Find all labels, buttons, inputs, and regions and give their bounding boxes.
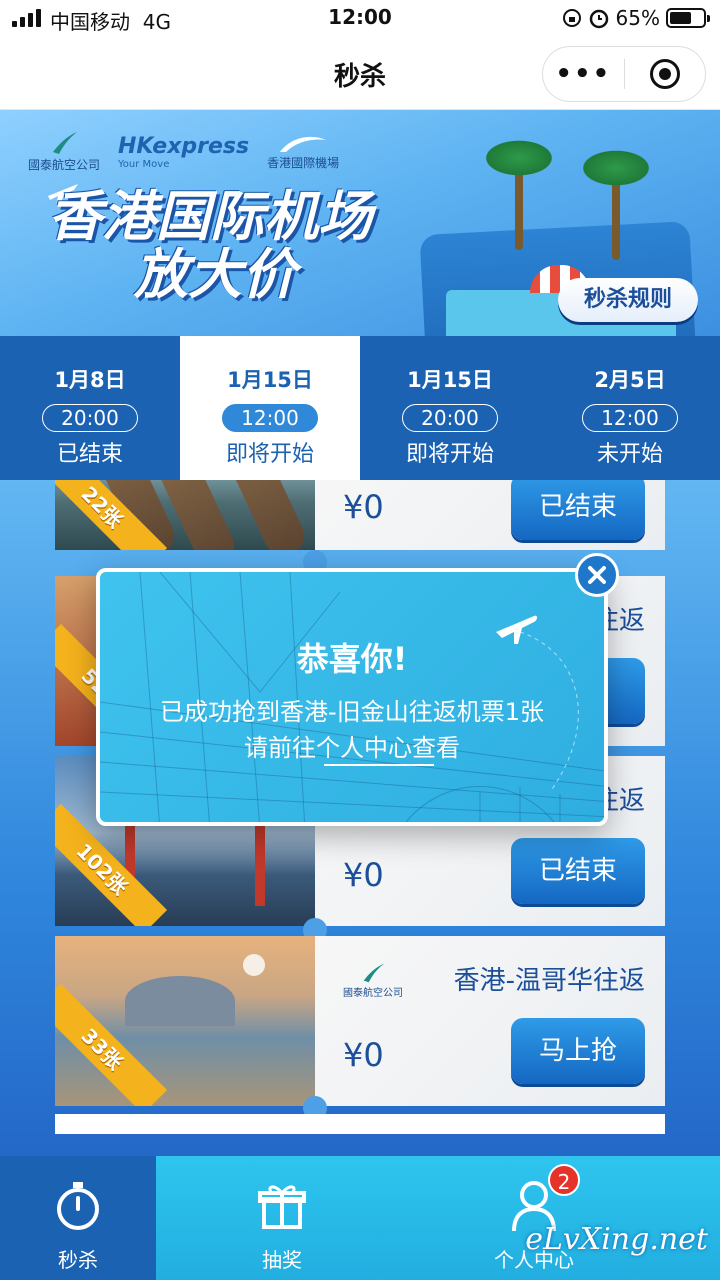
ticket-price: ¥0	[343, 488, 384, 526]
cathay-logo: 國泰航空公司	[28, 130, 100, 173]
session-date: 2月5日	[594, 368, 666, 392]
ticket-action-button[interactable]: 已结束	[511, 480, 645, 540]
session-tab[interactable]: 1月8日 20:00 已结束	[0, 336, 180, 480]
stopwatch-icon	[57, 1182, 99, 1230]
more-button[interactable]: •••	[543, 59, 624, 89]
target-icon	[649, 59, 680, 89]
ticket-card: 22张 ¥0 已结束	[55, 480, 665, 550]
cathay-wing-icon	[53, 132, 77, 154]
nav-bar: 秒杀 •••	[0, 36, 720, 110]
ticket-info: 國泰航空公司 香港-温哥华往返 ¥0 马上抢	[315, 936, 665, 1106]
session-tab[interactable]: 1月15日 20:00 即将开始	[360, 336, 540, 480]
watermark: eLvXing.net	[525, 1222, 708, 1257]
battery-icon	[666, 8, 710, 28]
ticket-route: 香港-温哥华往返	[453, 966, 645, 996]
rotation-lock-icon	[562, 9, 581, 27]
rules-button[interactable]: 秒杀规则	[558, 278, 698, 322]
session-time: 12:00	[222, 404, 318, 432]
tab-lottery[interactable]: 抽奖	[204, 1156, 360, 1280]
cathay-wing-icon	[363, 963, 384, 983]
ticket-price: ¥0	[343, 1036, 384, 1074]
tab-profile[interactable]: 个人中心 2	[456, 1156, 612, 1280]
bottom-tab-bar: 秒杀 抽奖 个人中心 2	[0, 1156, 720, 1280]
ticket-action-button[interactable]: 已结束	[511, 838, 645, 904]
close-miniprogram-button[interactable]	[625, 59, 706, 89]
notification-badge: 2	[548, 1164, 580, 1196]
ticket-photo: 33张	[55, 936, 315, 1106]
modal-link-text[interactable]: 请前往个人中心查看	[100, 728, 604, 763]
session-tab[interactable]: 2月5日 12:00 未开始	[540, 336, 720, 480]
ticket-card: 33张 國泰航空公司 香港-温哥华往返 ¥0 马上抢	[55, 936, 665, 1106]
promo-banner: 國泰航空公司 HKexpress Your Move 香港國際機場 香港国际机场 …	[0, 110, 720, 336]
session-state: 即将开始	[405, 442, 494, 467]
gift-icon	[258, 1185, 306, 1229]
modal-title: 恭喜你!	[296, 640, 408, 678]
tab-seckill[interactable]: 秒杀	[0, 1156, 156, 1280]
ticket-info: ¥0 已结束	[315, 480, 665, 550]
tab-label: 抽奖	[262, 1248, 302, 1272]
miniprogram-capsule: •••	[542, 46, 706, 102]
alarm-icon	[589, 9, 608, 29]
status-bar: 中国移动 4G 12:00 65%	[0, 0, 720, 36]
ticket-price: ¥0	[343, 856, 384, 894]
cathay-logo: 國泰航空公司	[343, 962, 403, 999]
success-modal: 恭喜你! 已成功抢到香港-旧金山往返机票1张 请前往个人中心查看	[96, 568, 608, 826]
grab-now-button[interactable]: 马上抢	[511, 1018, 645, 1084]
airport-logo: 香港國際機場	[267, 132, 339, 171]
ticket-photo: 22张	[55, 480, 315, 550]
banner-headline: 香港国际机场 放大价	[48, 185, 372, 306]
close-icon	[588, 566, 606, 584]
session-time: 20:00	[402, 404, 498, 432]
partner-logos: 國泰航空公司 HKexpress Your Move 香港國際機場	[28, 130, 339, 173]
ticket-card	[55, 1114, 665, 1134]
session-tabs: 1月8日 20:00 已结束 1月15日 12:00 即将开始 1月15日 20:00 即将开始…	[0, 336, 720, 480]
airport-swoosh-icon	[280, 136, 327, 152]
modal-underline	[324, 764, 434, 766]
modal-message: 已成功抢到香港-旧金山往返机票1张	[160, 698, 544, 726]
session-time: 20:00	[42, 404, 138, 432]
modal-close-button[interactable]	[575, 553, 619, 597]
session-tab[interactable]: 1月15日 12:00 即将开始	[180, 336, 360, 480]
session-state: 未开始	[596, 442, 663, 467]
palm-tree-icon	[578, 148, 654, 260]
palm-tree-icon	[481, 138, 557, 250]
hk-express-logo: HKexpress Your Move	[118, 133, 250, 170]
session-date: 1月8日	[54, 368, 126, 392]
session-date: 1月15日	[407, 368, 493, 392]
session-state: 即将开始	[225, 442, 314, 467]
tab-label: 秒杀	[58, 1248, 98, 1272]
session-state: 已结束	[56, 442, 123, 467]
session-date: 1月15日	[227, 368, 313, 392]
session-time: 12:00	[582, 404, 678, 432]
battery-percent: 65%	[615, 6, 660, 30]
